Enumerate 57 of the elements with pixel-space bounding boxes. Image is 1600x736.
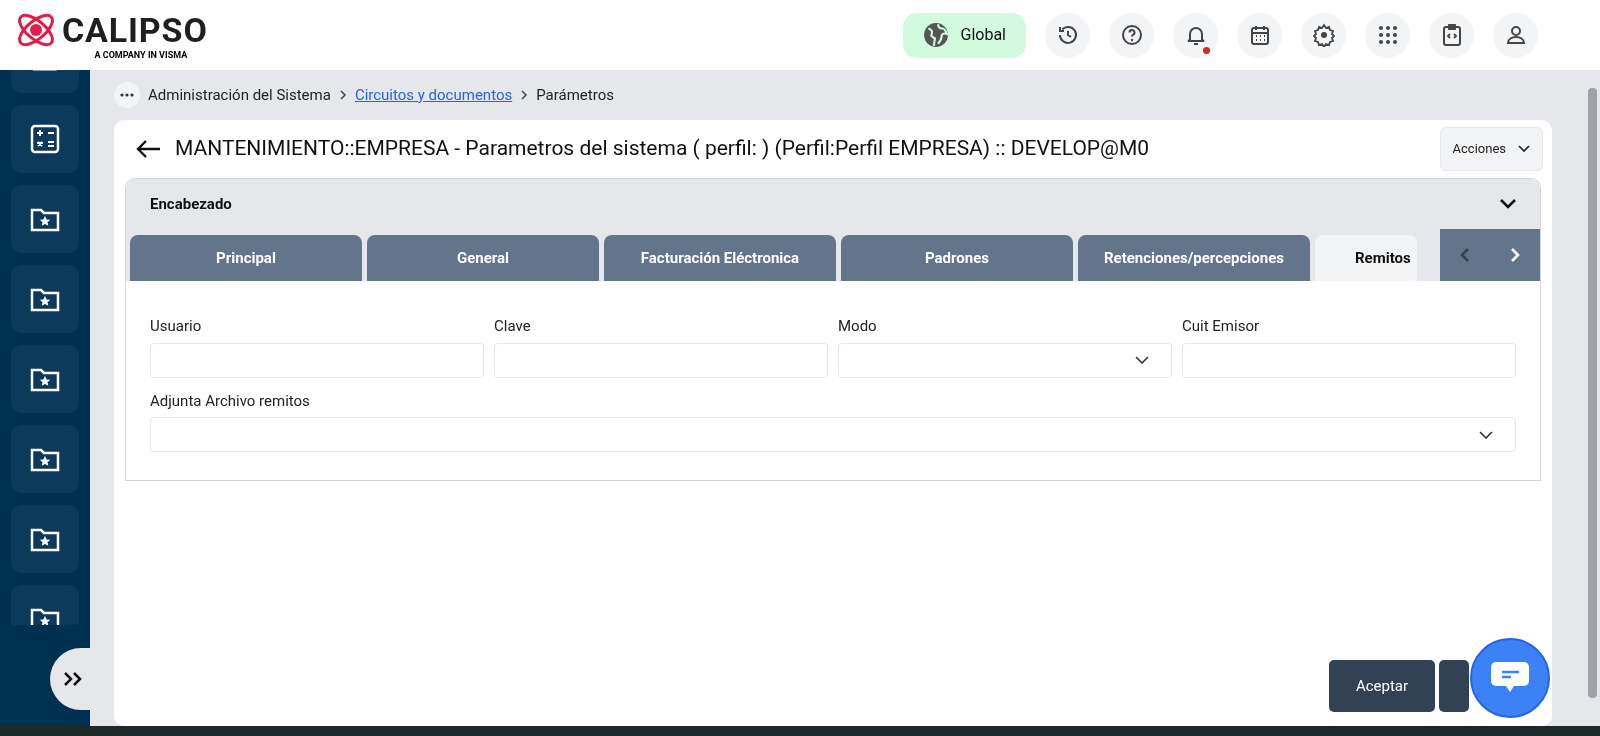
accept-button[interactable]: Aceptar <box>1329 660 1435 712</box>
breadcrumb-link[interactable]: Circuitos y documentos <box>354 83 513 107</box>
select-field[interactable] <box>150 417 1516 452</box>
settings-icon <box>1311 23 1336 47</box>
section-header[interactable]: Encabezado <box>126 179 1540 229</box>
logo-text: CALIPSO <box>62 13 208 47</box>
code-clipboard-button[interactable] <box>1429 12 1474 58</box>
actions-dropdown[interactable]: Acciones <box>1439 127 1543 171</box>
bell-button[interactable] <box>1173 12 1218 58</box>
sidebar-item[interactable] <box>11 265 79 333</box>
field-label: Modo <box>838 316 878 337</box>
field-label: Adjunta Archivo remitos <box>150 390 311 412</box>
settings-button[interactable] <box>1301 12 1346 58</box>
field-label: Clave <box>494 316 532 337</box>
breadcrumb-item: Administración del Sistema <box>148 84 331 106</box>
scrollbar-thumb[interactable] <box>1588 88 1597 698</box>
chevron-right-icon <box>1510 248 1520 262</box>
logo-tagline: A COMPANY IN VISMA <box>94 51 188 60</box>
sidebar-item[interactable] <box>11 345 79 413</box>
apps-grid-button[interactable] <box>1365 12 1410 58</box>
breadcrumb-more-button[interactable] <box>114 82 140 108</box>
tab[interactable]: Remitos <box>1315 235 1417 281</box>
globe-icon <box>922 22 949 48</box>
chevron-left-icon <box>1460 248 1470 262</box>
calculator-icon <box>29 123 61 155</box>
sidebar-item[interactable] <box>11 505 79 573</box>
calendar-button[interactable] <box>1237 12 1282 58</box>
tab[interactable]: Padrones <box>841 235 1073 281</box>
field-label: Cuit Emisor <box>1182 316 1260 337</box>
breadcrumb-item: Parámetros <box>536 84 614 106</box>
field-label: Usuario <box>150 316 203 337</box>
input-field[interactable] <box>1182 342 1516 378</box>
back-arrow-icon[interactable] <box>135 139 161 159</box>
input-field[interactable] <box>150 342 484 378</box>
page-title: MANTENIMIENTO::EMPRESA - Parametros del sistema ( perfil: ) (Perfil:Perfil EMPRESA) :: DEVELOP@M0 <box>175 135 1150 163</box>
sidebar-item[interactable] <box>11 105 79 173</box>
sidebar-item[interactable] <box>11 185 79 253</box>
tab[interactable]: Retenciones/percepciones <box>1078 235 1310 281</box>
more-icon <box>120 93 134 97</box>
chevron-down-icon <box>1479 430 1493 439</box>
chevron-right-icon <box>338 89 347 101</box>
tab[interactable]: Principal <box>130 235 362 281</box>
double-chevron-right-icon <box>62 670 84 688</box>
history-button[interactable] <box>1045 12 1090 58</box>
tab[interactable]: Facturación Eléctronica <box>604 235 836 281</box>
next-tab-button[interactable] <box>1510 248 1520 262</box>
help-button[interactable] <box>1109 12 1154 58</box>
user-button[interactable] <box>1493 12 1538 58</box>
chevron-down-icon <box>1135 356 1149 364</box>
global-scope-button[interactable]: Global <box>902 12 1026 58</box>
tab[interactable]: General <box>367 235 599 281</box>
sidebar-item[interactable] <box>11 425 79 493</box>
help-icon <box>1119 23 1144 47</box>
chevron-down-icon <box>1518 145 1530 153</box>
select-field[interactable] <box>838 342 1172 378</box>
input-field[interactable] <box>494 342 828 378</box>
chevron-right-icon <box>520 89 529 101</box>
